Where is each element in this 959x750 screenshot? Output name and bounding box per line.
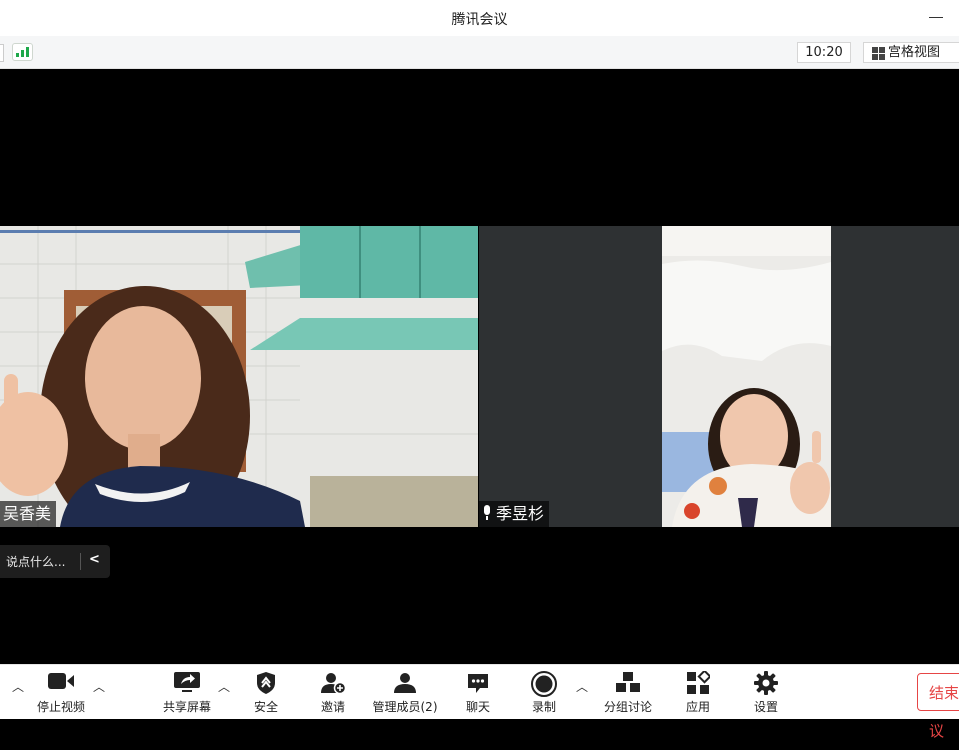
record-button[interactable]: 录制 [518, 667, 570, 717]
record-icon [531, 671, 557, 697]
breakout-rooms-icon [616, 672, 640, 692]
invite-button[interactable]: 邀请 [306, 667, 360, 717]
manage-members-label: 管理成员(2) [372, 700, 438, 714]
record-options-chevron-icon[interactable]: ︿ [576, 678, 588, 695]
apps-button[interactable]: 应用 [672, 667, 724, 717]
minimize-icon[interactable] [929, 17, 943, 18]
video-stage: 吴香美 季昱杉 说点什么... < [0, 69, 959, 664]
share-screen-label: 共享屏幕 [162, 700, 211, 714]
share-screen-icon [174, 672, 200, 692]
shield-icon [257, 672, 275, 694]
video-options-chevron-icon[interactable]: ︿ [93, 678, 105, 695]
participant-2-video [662, 226, 831, 527]
participant-tile-2[interactable]: 季昱杉 [479, 226, 959, 527]
chat-bubble-icon [468, 674, 488, 693]
bottom-toolbar: ︿ 停止视频 ︿ 共享屏幕 ︿ 安全 邀请 管理成员(2) 聊天 录制 ︿ 分组… [0, 664, 959, 740]
window-title: 腾讯会议 [451, 12, 508, 28]
participant-2-name: 季昱杉 [496, 504, 545, 523]
microphone-icon [482, 505, 492, 521]
record-label: 录制 [531, 700, 556, 714]
security-label: 安全 [253, 700, 278, 714]
share-screen-button[interactable]: 共享屏幕 [150, 667, 224, 717]
share-options-chevron-icon[interactable]: ︿ [218, 678, 230, 695]
chevron-left-icon[interactable]: < [89, 552, 100, 567]
gear-icon [754, 671, 778, 695]
chat-input-bar[interactable]: 说点什么... < [0, 545, 110, 578]
manage-members-button[interactable]: 管理成员(2) [370, 667, 440, 717]
apps-icon [687, 671, 710, 694]
video-camera-icon [48, 673, 74, 689]
stop-video-label: 停止视频 [36, 700, 85, 714]
participant-1-video [0, 226, 478, 527]
members-icon [394, 673, 416, 693]
apps-label: 应用 [685, 700, 710, 714]
top-toolbar: 10:20 宫格视图 [0, 36, 959, 69]
stop-video-button[interactable]: 停止视频 [22, 667, 100, 717]
gallery-view-button[interactable]: 宫格视图 [863, 42, 959, 63]
security-button[interactable]: 安全 [240, 667, 292, 717]
signal-icon[interactable] [12, 43, 33, 61]
chat-label: 聊天 [465, 700, 490, 714]
title-bar: 腾讯会议 [0, 0, 959, 36]
invite-label: 邀请 [320, 700, 345, 714]
meeting-clock: 10:20 [797, 42, 851, 63]
breakout-rooms-label: 分组讨论 [603, 700, 652, 714]
end-meeting-button[interactable]: 结束会议 [917, 673, 959, 740]
breakout-rooms-button[interactable]: 分组讨论 [598, 667, 658, 717]
chat-button[interactable]: 聊天 [452, 667, 504, 717]
chat-divider [80, 553, 81, 570]
settings-button[interactable]: 设置 [740, 667, 792, 717]
chat-input-placeholder[interactable]: 说点什么... [6, 553, 65, 570]
participant-tile-1[interactable]: 吴香美 [0, 226, 478, 527]
settings-label: 设置 [753, 700, 778, 714]
participant-2-name-tag: 季昱杉 [479, 501, 550, 527]
participant-1-name: 吴香美 [0, 501, 57, 527]
grid-view-icon [872, 47, 885, 60]
add-user-icon [321, 673, 346, 695]
gallery-view-label: 宫格视图 [888, 45, 941, 60]
collapsed-button-edge[interactable] [0, 44, 4, 62]
